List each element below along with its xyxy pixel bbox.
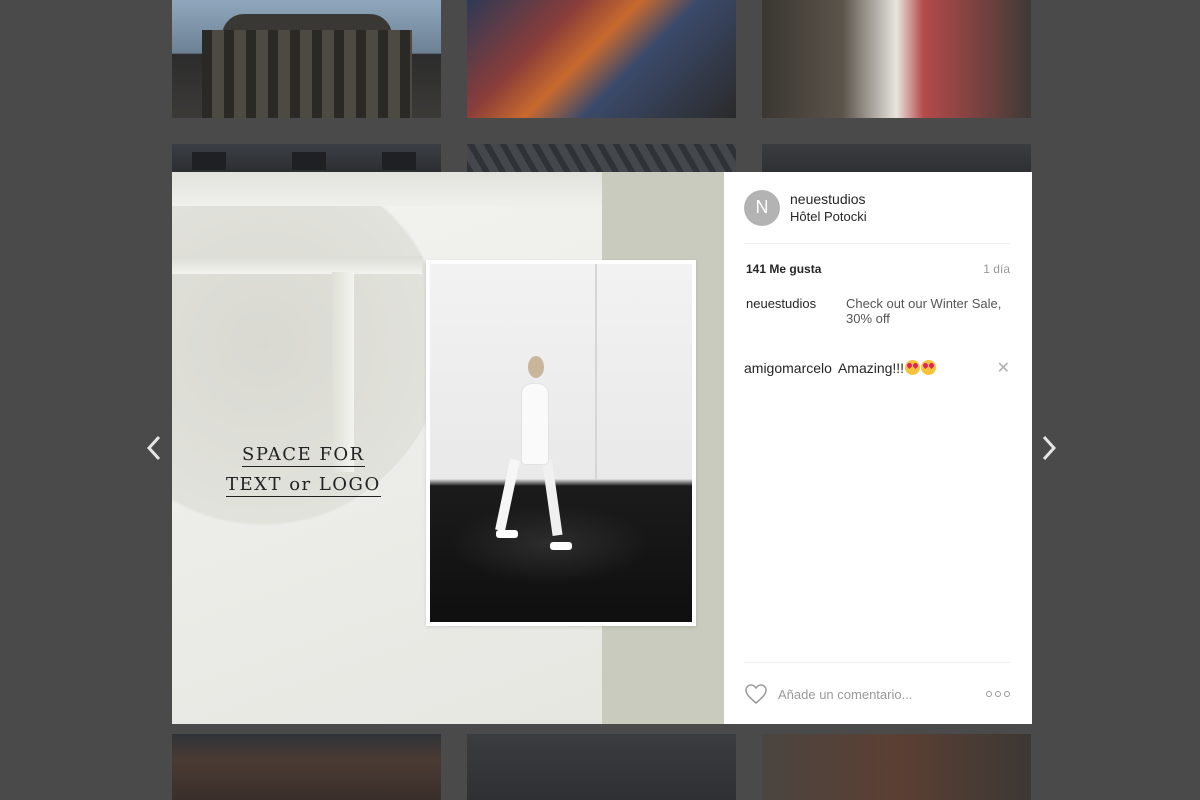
comment-username[interactable]: amigomarcelo [744,360,832,376]
comment-input[interactable] [778,686,986,702]
comment-body: Amazing!!! [837,360,905,376]
comment-item: amigomarcelo Amazing!!! ✕ [744,358,1010,378]
post-header: N neuestudios Hôtel Potocki [744,188,1010,244]
post-time: 1 día [983,262,1010,276]
more-dot [1004,691,1010,697]
photo-figure [496,530,518,538]
more-options-icon[interactable] [986,689,1010,699]
thumbnail-decor [382,152,416,170]
comment-text: Amazing!!! [838,360,997,376]
chevron-left-icon [146,435,161,461]
heart-eyes-emoji-icon [905,360,921,375]
overlay-placeholder-text: SPACE FOR TEXT or LOGO [226,440,381,500]
thumbnail-decor [292,152,326,170]
overlay-line-1: SPACE FOR [241,444,365,467]
caption: neuestudios Check out our Winter Sale, 3… [746,296,1010,326]
grid-thumbnail[interactable] [172,0,441,118]
user-info: neuestudios Hôtel Potocki [790,191,867,225]
likes-count[interactable]: 141 Me gusta [746,262,821,276]
likes-row: 141 Me gusta 1 día [746,262,1010,276]
photo-figure [550,542,572,550]
post-image: SPACE FOR TEXT or LOGO [172,172,724,724]
grid-thumbnail[interactable] [467,734,736,800]
grid-thumbnail[interactable] [172,144,441,172]
comment-bar [744,662,1010,705]
photo-decor [595,264,597,479]
grid-thumbnail[interactable] [172,734,441,800]
caption-username[interactable]: neuestudios [746,296,846,326]
grid-thumbnail[interactable] [762,734,1031,800]
post-side-panel: N neuestudios Hôtel Potocki 141 Me gusta… [724,172,1032,724]
more-dot [995,691,1001,697]
grid-thumbnail[interactable] [762,0,1031,118]
close-icon[interactable]: ✕ [997,358,1010,378]
photo-figure [522,384,548,464]
header-location[interactable]: Hôtel Potocki [790,208,867,225]
grid-thumbnail[interactable] [762,144,1031,172]
overlay-line-2: TEXT or LOGO [226,474,381,497]
caption-text: Check out our Winter Sale, 30% off [846,296,1002,326]
avatar[interactable]: N [744,189,780,226]
grid-thumbnail[interactable] [467,0,736,118]
post-modal: SPACE FOR TEXT or LOGO N neuestudios Hôt… [172,172,1032,724]
thumbnail-decor [202,30,412,118]
thumbnail-decor [192,152,226,170]
more-dot [986,691,992,697]
chevron-right-icon [1042,435,1057,461]
header-username[interactable]: neuestudios [790,191,867,208]
inset-photo [430,264,692,622]
grid-thumbnail[interactable] [467,144,736,172]
image-decor [172,256,422,274]
inset-photo-frame [426,260,696,626]
image-decor [172,172,602,206]
heart-icon[interactable] [744,683,768,705]
heart-eyes-emoji-icon [921,360,937,375]
previous-post-button[interactable] [139,430,169,466]
next-post-button[interactable] [1034,430,1064,466]
photo-figure [528,356,544,378]
